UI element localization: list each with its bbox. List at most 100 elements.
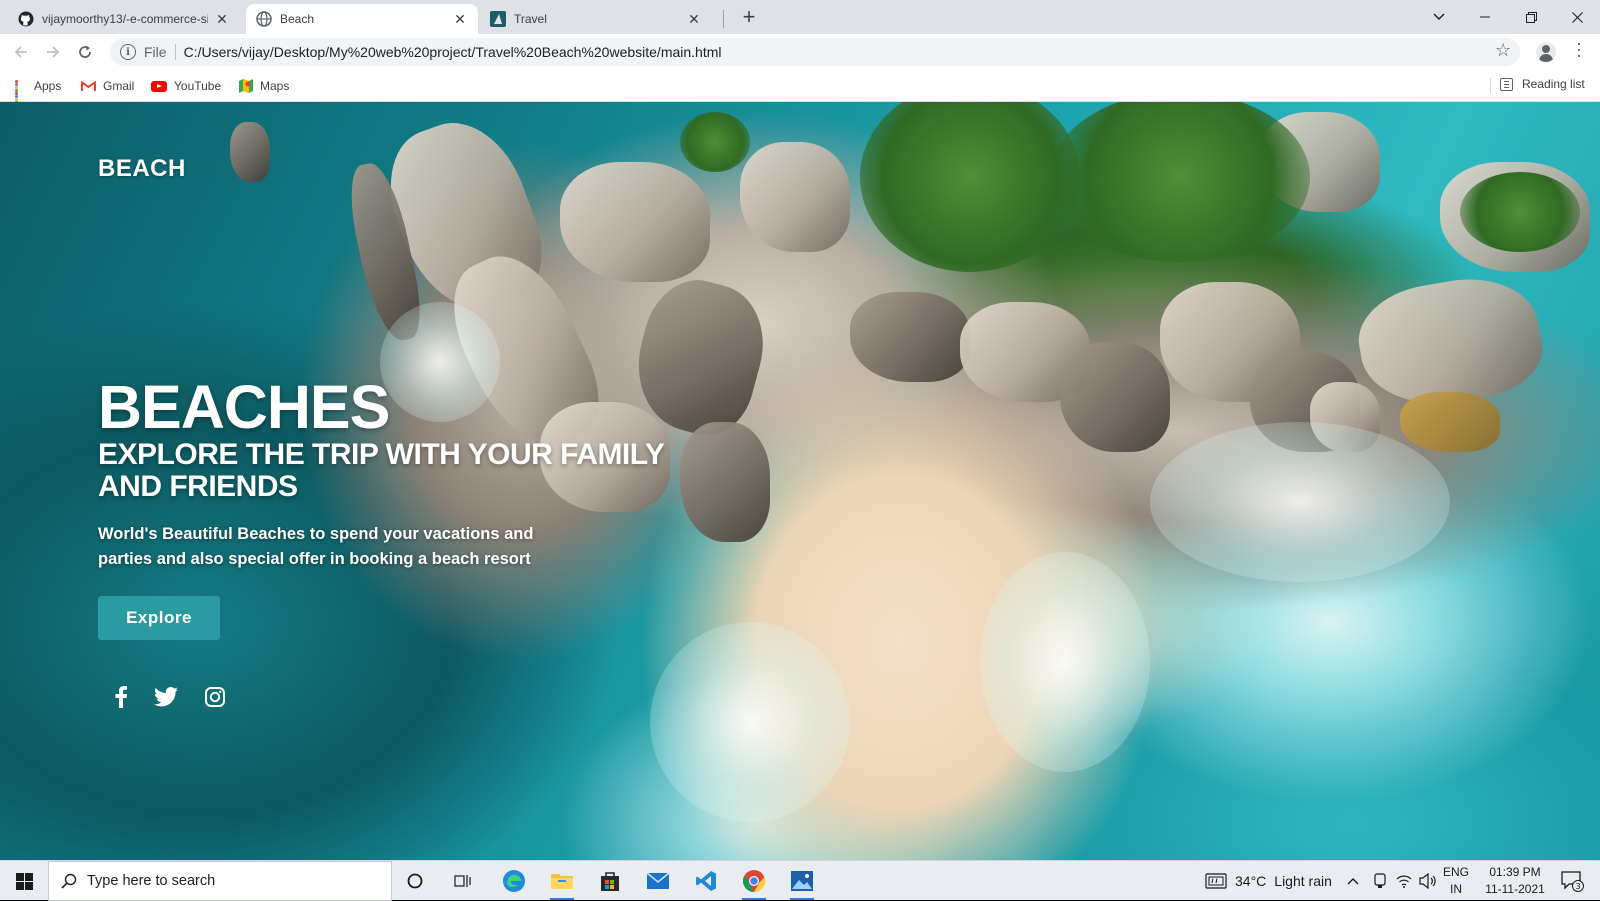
- bookmark-star-icon[interactable]: ☆: [1495, 40, 1511, 61]
- tab-search-button[interactable]: [1416, 0, 1462, 34]
- store-icon: [601, 872, 619, 891]
- url-text[interactable]: C:/Users/vijay/Desktop/My%20web%20projec…: [184, 44, 722, 60]
- mail-icon: [646, 872, 670, 889]
- photos-icon: [791, 871, 813, 891]
- reading-list-button[interactable]: Reading list: [1500, 77, 1585, 91]
- brand-logo[interactable]: BEACH: [98, 155, 186, 183]
- bookmark-label: Gmail: [103, 79, 135, 93]
- taskbar-mail[interactable]: [638, 865, 678, 897]
- meet-now-icon: [1374, 873, 1386, 888]
- weather-temp: 34°C: [1235, 873, 1267, 889]
- weather-condition: Light rain: [1274, 873, 1332, 889]
- profile-avatar[interactable]: [1536, 42, 1556, 62]
- network-button[interactable]: [1396, 861, 1412, 901]
- bookmarks-divider: [1490, 78, 1491, 94]
- chrome-icon: [743, 870, 766, 893]
- youtube-icon: [151, 80, 167, 92]
- hero-title: BEACHES: [98, 373, 390, 441]
- show-hidden-icons[interactable]: [1347, 861, 1359, 901]
- bookmark-apps[interactable]: Apps: [15, 77, 62, 107]
- instagram-link[interactable]: [202, 684, 228, 710]
- notification-count: 3: [1575, 882, 1580, 891]
- file-explorer-icon: [551, 874, 573, 889]
- github-icon: [18, 11, 34, 27]
- tab-title: vijaymoorthy13/-e-commerce-sit: [42, 12, 208, 26]
- windows-logo-icon: [15, 872, 33, 890]
- taskbar-store[interactable]: [590, 865, 630, 897]
- action-center-button[interactable]: 3: [1560, 861, 1584, 901]
- bookmark-maps[interactable]: Maps: [239, 77, 289, 95]
- kebab-menu-icon[interactable]: · · ·: [1573, 34, 1585, 64]
- bookmark-youtube[interactable]: YouTube: [151, 77, 221, 95]
- close-icon[interactable]: ✕: [686, 11, 702, 28]
- instagram-icon: [205, 687, 225, 707]
- tab-github[interactable]: vijaymoorthy13/-e-commerce-sit ✕: [8, 4, 240, 34]
- chevron-up-icon: [1347, 878, 1359, 885]
- close-window-button[interactable]: [1554, 0, 1600, 34]
- volume-button[interactable]: [1419, 861, 1437, 901]
- facebook-icon: [115, 686, 127, 708]
- apps-grid-icon: [15, 80, 27, 107]
- start-button[interactable]: [0, 861, 48, 901]
- facebook-link[interactable]: [108, 684, 134, 710]
- task-view-icon: [454, 875, 471, 887]
- language-indicator[interactable]: ENG IN: [1443, 864, 1469, 898]
- bookmark-gmail[interactable]: Gmail: [81, 77, 134, 95]
- cortana-icon: [407, 873, 423, 889]
- meet-now-button[interactable]: [1373, 861, 1387, 901]
- notification-icon: 3: [1561, 871, 1584, 892]
- close-icon[interactable]: ✕: [214, 11, 230, 28]
- arrow-left-icon: [14, 46, 27, 58]
- wifi-icon: [1396, 875, 1412, 888]
- close-icon: [1571, 11, 1583, 23]
- back-button[interactable]: [9, 40, 33, 64]
- page-viewport: BEACH BEACHES EXPLORE THE TRIP WITH YOUR…: [0, 102, 1600, 860]
- travel-favicon-icon: [490, 11, 506, 27]
- taskbar-photos[interactable]: [782, 865, 822, 900]
- explore-button[interactable]: Explore: [98, 596, 220, 640]
- tab-title: Travel: [514, 12, 547, 26]
- weather-rain-icon: [1205, 873, 1227, 889]
- edge-icon: [503, 870, 525, 892]
- new-tab-button[interactable]: +: [737, 6, 761, 28]
- taskbar-edge[interactable]: [494, 865, 534, 897]
- reload-button[interactable]: [73, 40, 97, 64]
- twitter-icon: [154, 687, 178, 707]
- tab-title: Beach: [280, 12, 315, 26]
- speaker-icon: [1419, 873, 1436, 889]
- bookmark-label: YouTube: [174, 79, 222, 93]
- restore-button[interactable]: [1508, 0, 1554, 34]
- maps-icon: [239, 79, 253, 93]
- browser-toolbar: i File C:/Users/vijay/Desktop/My%20web%2…: [0, 34, 1600, 70]
- language-code: ENG: [1443, 865, 1470, 879]
- task-view-button[interactable]: [443, 865, 483, 897]
- clock-time: 01:39 PM: [1489, 865, 1541, 879]
- hero-description: World's Beautiful Beaches to spend your …: [98, 525, 534, 568]
- reading-list-label: Reading list: [1522, 77, 1585, 91]
- reading-list-icon: [1500, 77, 1513, 91]
- url-scheme: File: [144, 44, 176, 60]
- taskbar-chrome[interactable]: [734, 865, 774, 900]
- taskbar-vscode[interactable]: [686, 865, 726, 897]
- bookmarks-bar: Apps Gmail YouTube Maps Reading list: [0, 70, 1600, 107]
- address-bar[interactable]: i File C:/Users/vijay/Desktop/My%20web%2…: [110, 38, 1520, 66]
- tab-travel[interactable]: Travel ✕: [480, 4, 712, 34]
- windows-taskbar: Type here to search 34°C Light rain ENG …: [0, 860, 1600, 901]
- restore-icon: [1525, 11, 1537, 23]
- bookmark-label: Apps: [34, 79, 62, 93]
- taskbar-file-explorer[interactable]: [542, 865, 582, 900]
- tab-divider: [723, 10, 724, 28]
- twitter-link[interactable]: [153, 684, 179, 710]
- system-clock[interactable]: 01:39 PM 11-11-2021: [1475, 864, 1555, 898]
- cortana-button[interactable]: [395, 865, 435, 897]
- globe-icon: [256, 11, 272, 27]
- taskbar-search[interactable]: Type here to search: [48, 861, 392, 901]
- forward-button[interactable]: [41, 40, 65, 64]
- gmail-icon: [81, 80, 96, 91]
- weather-widget[interactable]: 34°C Light rain: [1205, 861, 1332, 901]
- close-icon[interactable]: ✕: [452, 11, 468, 28]
- tab-beach[interactable]: Beach ✕: [246, 4, 478, 34]
- tab-strip: vijaymoorthy13/-e-commerce-sit ✕ Beach ✕…: [0, 0, 1600, 34]
- info-icon[interactable]: i: [120, 44, 136, 60]
- minimize-button[interactable]: [1462, 0, 1508, 34]
